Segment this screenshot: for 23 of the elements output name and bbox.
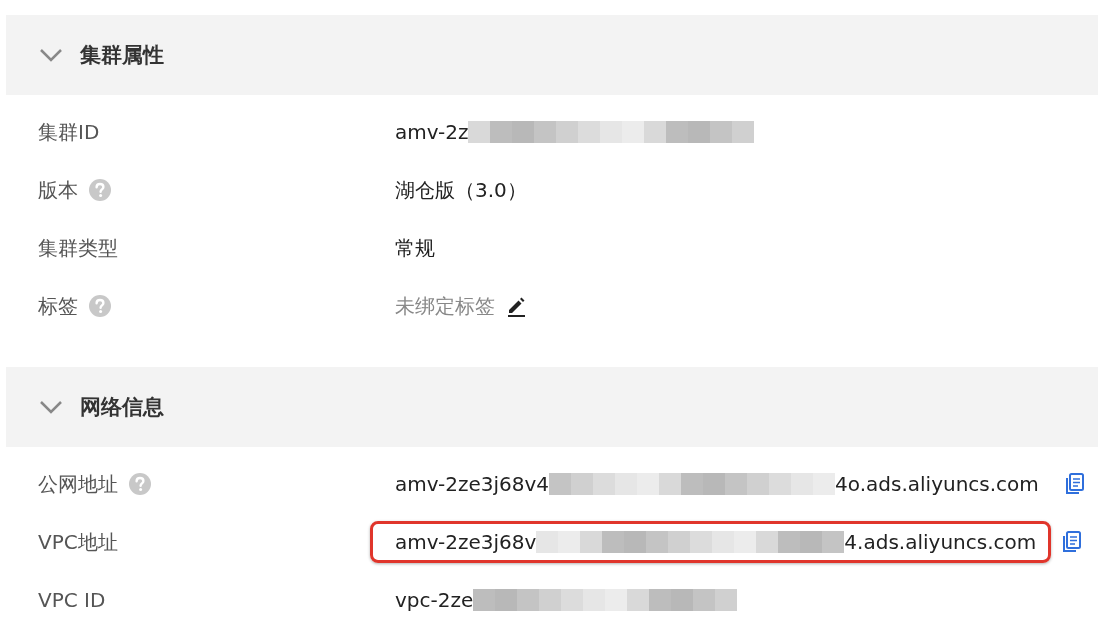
pencil-icon[interactable] (505, 295, 527, 317)
value-text: amv-2ze3j68v4 (395, 472, 550, 496)
value-text: amv-2ze3j68v (395, 530, 537, 554)
value-text: 4.ads.aliyuncs.com (844, 530, 1037, 554)
field-label: VPC地址 (38, 528, 118, 556)
value-text: 常规 (395, 234, 435, 262)
value-text: vpc-2ze (395, 588, 474, 612)
field-label: 版本 (38, 176, 78, 204)
section-title: 集群属性 (80, 42, 164, 69)
section-title: 网络信息 (80, 394, 164, 421)
copy-icon[interactable] (1063, 472, 1086, 496)
section-header[interactable]: 集群属性 (6, 15, 1098, 95)
field-label: 集群ID (38, 118, 100, 146)
copy-icon[interactable] (1061, 530, 1084, 554)
field-label: VPC ID (38, 588, 106, 612)
value-text: 未绑定标签 (395, 292, 495, 320)
field-label: 集群类型 (38, 234, 118, 262)
value-text: amv-2z (395, 120, 469, 144)
section-header[interactable]: 网络信息 (6, 367, 1098, 447)
field-label: 公网地址 (38, 470, 118, 498)
value-text: 湖仓版（3.0） (395, 176, 527, 204)
field-label: 标签 (38, 292, 78, 320)
value-text: 4o.ads.aliyuncs.com (835, 472, 1039, 496)
